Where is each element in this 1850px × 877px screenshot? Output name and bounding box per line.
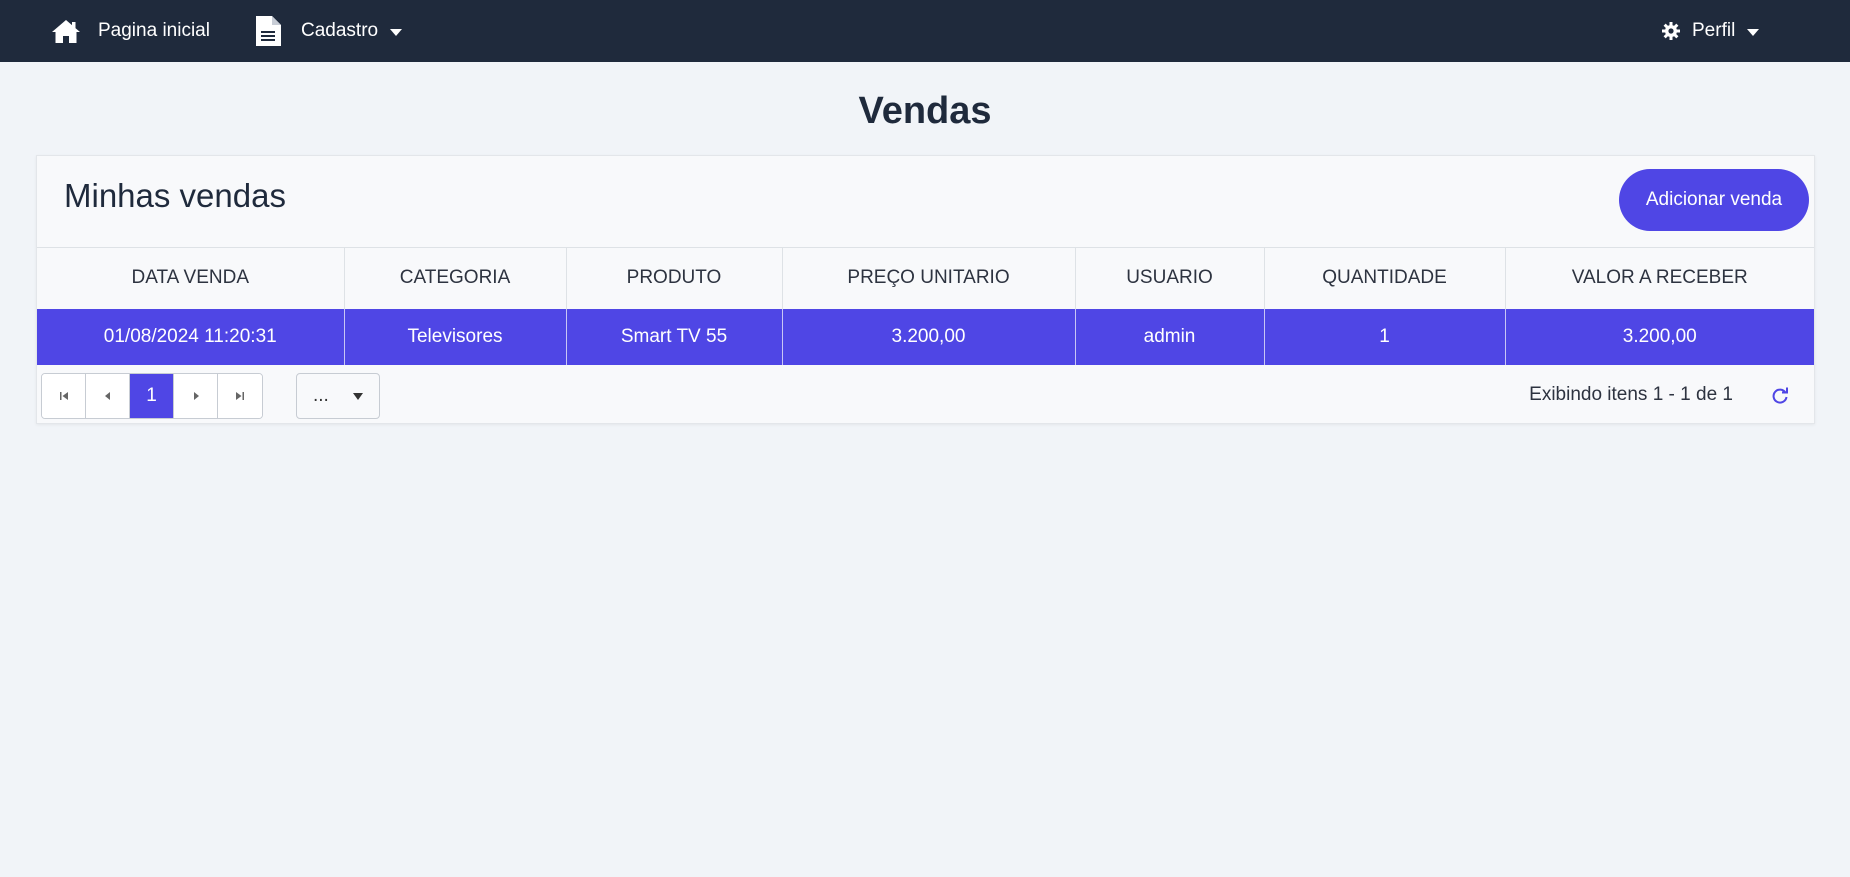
- page-title: Vendas: [858, 90, 992, 132]
- sales-card: Minhas vendas Adicionar venda DATA VENDA…: [36, 155, 1815, 424]
- add-sale-button[interactable]: Adicionar venda: [1619, 169, 1809, 231]
- pagination: 1: [41, 373, 263, 419]
- pager-info: Exibindo itens 1 - 1 de 1: [1529, 384, 1733, 405]
- sales-table: DATA VENDA CATEGORIA PRODUTO PREÇO UNITA…: [37, 247, 1814, 365]
- nav-home-link[interactable]: Pagina inicial: [51, 0, 210, 62]
- table-cell: 3.200,00: [1505, 308, 1814, 365]
- next-page-icon: [193, 392, 199, 400]
- table-header-row: DATA VENDA CATEGORIA PRODUTO PREÇO UNITA…: [37, 247, 1814, 309]
- column-header-quantidade[interactable]: QUANTIDADE: [1264, 247, 1506, 309]
- nav-cadastro-dropdown[interactable]: Cadastro: [254, 0, 403, 62]
- chevron-down-icon: [1747, 28, 1760, 36]
- previous-page-icon: [104, 392, 110, 400]
- page-number-button[interactable]: 1: [130, 374, 174, 418]
- nav-cadastro-label: Cadastro: [301, 20, 379, 41]
- table-cell: Smart TV 55: [566, 308, 783, 365]
- card-title: Minhas vendas: [64, 177, 286, 214]
- first-page-button[interactable]: [42, 374, 86, 418]
- nav-perfil-label: Perfil: [1692, 20, 1736, 41]
- previous-page-button[interactable]: [86, 374, 130, 418]
- refresh-icon[interactable]: [1769, 385, 1791, 407]
- column-header-produto[interactable]: PRODUTO: [566, 247, 783, 309]
- table-cell: 1: [1264, 308, 1506, 365]
- last-page-icon: [236, 392, 244, 400]
- last-page-button[interactable]: [218, 374, 262, 418]
- chevron-down-icon: [353, 393, 363, 400]
- nav-perfil-dropdown[interactable]: Perfil: [1662, 0, 1760, 62]
- table-cell: 01/08/2024 11:20:31: [37, 308, 345, 365]
- column-header-categoria[interactable]: CATEGORIA: [344, 247, 567, 309]
- top-navbar: Pagina inicial Cadastro Perfil: [0, 0, 1850, 62]
- page-size-value: ...: [313, 385, 329, 406]
- nav-home-label: Pagina inicial: [98, 20, 210, 41]
- document-icon: [254, 15, 282, 47]
- table-cell: Televisores: [344, 308, 567, 365]
- chevron-down-icon: [390, 28, 403, 36]
- column-header-data-venda[interactable]: DATA VENDA: [37, 247, 345, 309]
- page-size-select[interactable]: ...: [296, 373, 380, 419]
- column-header-valor-a-receber[interactable]: VALOR A RECEBER: [1505, 247, 1814, 309]
- first-page-icon: [59, 392, 68, 400]
- gear-icon: [1662, 22, 1680, 40]
- table-cell: admin: [1075, 308, 1265, 365]
- table-row[interactable]: 01/08/2024 11:20:31 Televisores Smart TV…: [37, 308, 1814, 365]
- column-header-preco-unitario[interactable]: PREÇO UNITARIO: [782, 247, 1076, 309]
- table-cell: 3.200,00: [782, 308, 1076, 365]
- home-icon: [51, 18, 81, 44]
- column-header-usuario[interactable]: USUARIO: [1075, 247, 1265, 309]
- next-page-button[interactable]: [174, 374, 218, 418]
